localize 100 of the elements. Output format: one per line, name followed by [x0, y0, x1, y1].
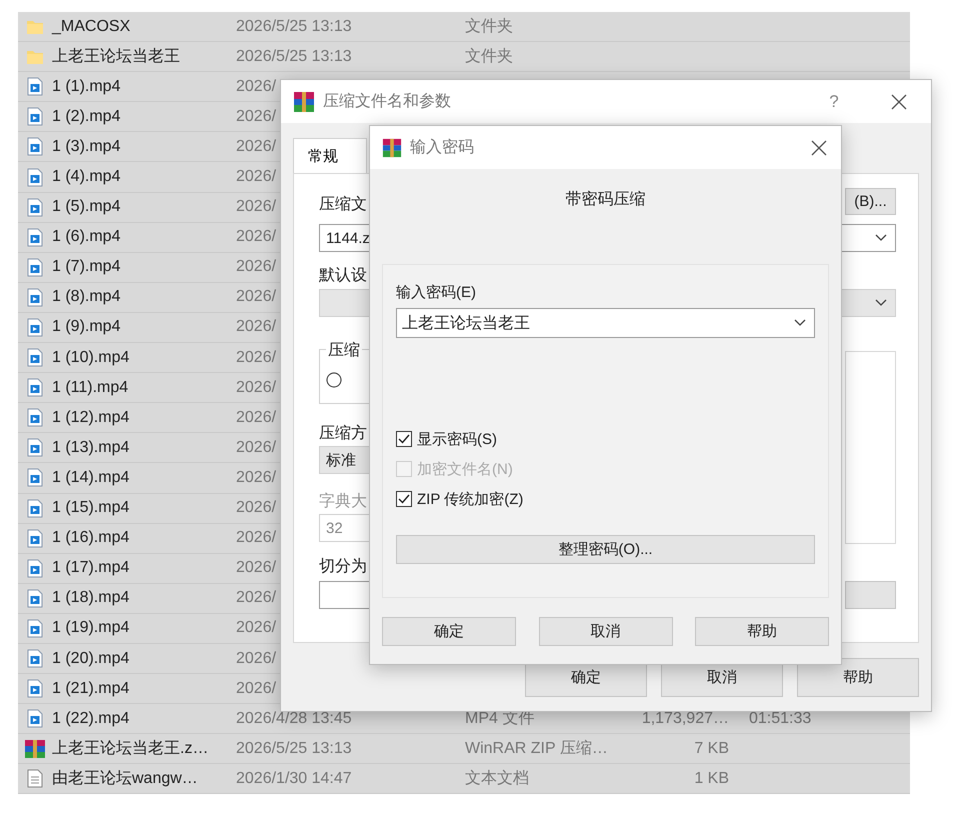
help-button[interactable]: ?	[819, 92, 849, 112]
file-date: 2026/	[236, 168, 276, 186]
chevron-down-icon	[875, 299, 887, 307]
chevron-down-icon	[794, 319, 806, 327]
file-type: 文件夹	[465, 18, 513, 36]
video-file-icon	[27, 618, 43, 638]
file-name[interactable]: 1 (6).mp4	[52, 228, 120, 246]
file-name[interactable]: 1 (12).mp4	[52, 408, 130, 426]
file-date: 2026/	[236, 650, 276, 667]
video-file-icon	[27, 438, 43, 458]
window-title: 压缩文件名和参数	[323, 92, 451, 112]
window-title: 输入密码	[410, 138, 474, 158]
dialog-button[interactable]: 帮助	[695, 617, 829, 646]
file-date: 2026/	[236, 589, 276, 606]
file-name[interactable]: 1 (16).mp4	[52, 529, 130, 546]
file-name[interactable]: 1 (13).mp4	[52, 438, 130, 456]
file-date: 2026/	[236, 348, 276, 366]
file-date: 2026/	[236, 258, 276, 276]
file-date: 2026/	[236, 78, 276, 95]
file-name[interactable]: 1 (1).mp4	[52, 78, 120, 95]
file-name[interactable]: 1 (21).mp4	[52, 680, 130, 697]
video-file-icon	[27, 679, 43, 698]
checkbox[interactable]	[396, 431, 412, 447]
field-label: 切分为	[319, 556, 367, 577]
file-name[interactable]: 1 (14).mp4	[52, 468, 130, 486]
file-name[interactable]: 上老王论坛当老王	[52, 48, 180, 66]
file-name[interactable]: 1 (2).mp4	[52, 108, 120, 125]
checkbox[interactable]	[396, 491, 412, 507]
browse-button[interactable]: (B)...	[845, 188, 896, 215]
file-date: 2026/	[236, 438, 276, 456]
file-name[interactable]: 1 (18).mp4	[52, 589, 130, 606]
field-label: 默认设	[319, 266, 367, 286]
file-type: 文件夹	[465, 48, 513, 66]
text-file-icon	[27, 769, 43, 788]
dialog-button[interactable]: 帮助	[797, 658, 919, 697]
chevron-down-icon	[875, 234, 887, 242]
file-date: 2026/	[236, 619, 276, 636]
file-name[interactable]: 1 (9).mp4	[52, 318, 120, 336]
file-date: 2026/	[236, 499, 276, 516]
file-name[interactable]: 1 (10).mp4	[52, 348, 130, 366]
field-label: 输入密码(E)	[396, 283, 477, 302]
file-date: 2026/	[236, 408, 276, 426]
file-name[interactable]: _MACOSX	[52, 18, 130, 35]
file-date: 2026/5/25 13:13	[236, 740, 352, 757]
tab[interactable]: 常规	[293, 138, 367, 173]
checkbox-label[interactable]: ZIP 传统加密(Z)	[417, 490, 524, 508]
field-label: 字典大	[319, 492, 367, 512]
close-icon[interactable]	[891, 94, 907, 110]
password-field[interactable]: 上老王论坛当老王	[396, 308, 815, 338]
video-file-icon	[27, 168, 43, 187]
file-date: 2026/5/25 13:13	[236, 48, 352, 65]
field-label: 压缩文	[319, 194, 367, 215]
file-name[interactable]: 1 (4).mp4	[52, 168, 120, 186]
file-type: WinRAR ZIP 压缩…	[465, 740, 608, 758]
file-date: 2026/	[236, 288, 276, 306]
dialog-button[interactable]: 取消	[538, 617, 672, 646]
video-file-icon	[27, 378, 43, 398]
video-file-icon	[27, 709, 43, 728]
organize-button[interactable]: 整理密码(O)...	[396, 535, 815, 564]
file-name[interactable]: 1 (15).mp4	[52, 499, 130, 516]
file-date: 2026/	[236, 198, 276, 216]
file-date: 2026/	[236, 228, 276, 246]
dialog-button[interactable]: 确定	[382, 617, 516, 646]
file-size: 7 KB	[694, 740, 729, 757]
file-date: 2026/	[236, 680, 276, 697]
file-name[interactable]: 1 (3).mp4	[52, 138, 120, 155]
file-name[interactable]: 1 (5).mp4	[52, 198, 120, 216]
file-date: 2026/	[236, 559, 276, 576]
file-name[interactable]: 1 (8).mp4	[52, 288, 120, 306]
file-date: 2026/	[236, 138, 276, 155]
file-date: 2026/5/25 13:13	[236, 18, 352, 35]
checkbox-label[interactable]: 显示密码(S)	[417, 430, 497, 448]
file-date: 2026/	[236, 108, 276, 125]
file-name[interactable]: 1 (11).mp4	[52, 378, 128, 396]
video-file-icon	[27, 528, 43, 548]
file-date: 2026/1/30 14:47	[236, 770, 352, 787]
video-file-icon	[27, 77, 43, 96]
field-label: 压缩方	[319, 424, 367, 444]
file-date: 2026/	[236, 318, 276, 336]
close-icon[interactable]	[811, 140, 827, 156]
video-file-icon	[27, 558, 43, 578]
file-type: 文本文档	[465, 770, 529, 788]
video-file-icon	[27, 198, 43, 217]
video-file-icon	[27, 137, 43, 156]
file-name[interactable]: 1 (17).mp4	[52, 559, 130, 576]
file-name[interactable]: 1 (7).mp4	[52, 258, 120, 276]
video-file-icon	[27, 348, 43, 368]
file-name[interactable]: 由老王论坛wangw…	[52, 770, 198, 788]
file-name[interactable]: 1 (19).mp4	[52, 619, 130, 636]
radio-button[interactable]	[326, 372, 342, 388]
file-name[interactable]: 1 (22).mp4	[52, 710, 130, 727]
archive-icon	[293, 90, 315, 112]
video-file-icon	[27, 288, 43, 307]
file-date: 2026/4/28 13:45	[236, 710, 352, 727]
file-date: 2026/	[236, 378, 276, 396]
video-file-icon	[27, 408, 43, 428]
file-name[interactable]: 1 (20).mp4	[52, 650, 130, 667]
video-file-icon	[27, 588, 43, 608]
video-file-icon	[27, 107, 43, 126]
file-name[interactable]: 上老王论坛当老王.z…	[52, 740, 208, 758]
